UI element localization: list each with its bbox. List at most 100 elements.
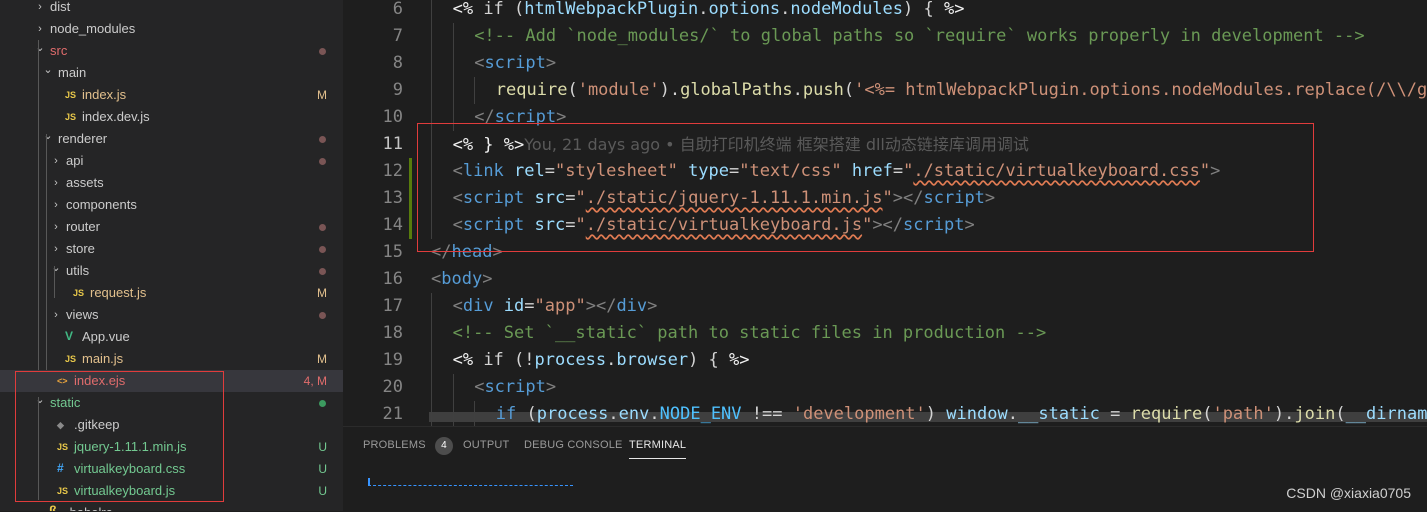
- chevron-right-icon[interactable]: ›: [34, 21, 46, 37]
- code-content: if (process.env.NODE_ENV !== 'developmen…: [496, 401, 1427, 426]
- code-line[interactable]: 9 require('module').globalPaths.push('<%=…: [343, 77, 1427, 104]
- code-content: require('module').globalPaths.push('<%= …: [496, 77, 1427, 104]
- indent-guide: [452, 374, 454, 401]
- tab-output[interactable]: OUTPUT: [463, 437, 509, 453]
- explorer-item-label: store: [66, 241, 95, 256]
- indent-guide: [474, 77, 476, 104]
- code-line[interactable]: 7 <!-- Add `node_modules/` to global path…: [343, 23, 1427, 50]
- chevron-right-icon[interactable]: ›: [50, 197, 62, 213]
- code-token: if (: [473, 0, 525, 19]
- explorer-item[interactable]: ß .babelrc: [0, 502, 343, 512]
- chevron-right-icon[interactable]: ›: [34, 0, 46, 15]
- code-token: .: [606, 350, 617, 370]
- explorer-item-label: .babelrc: [66, 505, 112, 511]
- chevron-down-icon[interactable]: ⌄: [34, 40, 46, 56]
- tab-debug-console[interactable]: DEBUG CONSOLE: [524, 437, 623, 453]
- chevron-right-icon[interactable]: ›: [50, 219, 62, 235]
- code-token: =: [1099, 404, 1131, 424]
- git-status-dot: [319, 312, 326, 319]
- code-token: (: [516, 404, 537, 424]
- indent-guide: [431, 293, 432, 320]
- explorer-item[interactable]: JS index.js M: [0, 84, 343, 106]
- code-content: <!-- Set `__static` path to static files…: [453, 320, 1047, 347]
- active-tab-underline: [629, 458, 687, 459]
- code-token: globalPaths: [680, 80, 793, 100]
- explorer-item[interactable]: ⌄ main: [0, 62, 343, 84]
- line-number: 10: [382, 107, 403, 127]
- chevron-right-icon[interactable]: ›: [50, 153, 62, 169]
- code-token: ) {: [903, 0, 944, 19]
- code-token: >: [482, 269, 493, 289]
- chevron-down-icon[interactable]: ⌄: [42, 128, 54, 144]
- git-status-badge: U: [318, 462, 327, 476]
- babel-file-icon: ß: [49, 503, 57, 512]
- code-token: window: [946, 404, 1008, 424]
- code-token: .: [698, 0, 709, 19]
- explorer-item[interactable]: JS index.dev.js: [0, 106, 343, 128]
- code-line[interactable]: 21 if (process.env.NODE_ENV !== 'developm…: [343, 401, 1427, 426]
- explorer-item[interactable]: › components: [0, 194, 343, 216]
- code-token: >: [545, 377, 557, 397]
- line-number: 18: [382, 323, 403, 343]
- line-number: 13: [382, 188, 403, 208]
- explorer-item[interactable]: › views: [0, 304, 343, 326]
- code-line[interactable]: 19 <% if (!process.browser) { %>: [343, 347, 1427, 374]
- explorer-item[interactable]: › router: [0, 216, 343, 238]
- explorer-item[interactable]: › assets: [0, 172, 343, 194]
- code-token: ): [925, 404, 947, 424]
- code-token: 'path': [1212, 404, 1274, 424]
- explorer-item[interactable]: ⌄ utils: [0, 260, 343, 282]
- explorer-item[interactable]: ⌄ renderer: [0, 128, 343, 150]
- code-token: <: [452, 296, 463, 316]
- indent-guide: [452, 50, 454, 77]
- code-token: (: [1202, 404, 1213, 424]
- explorer-item[interactable]: JS main.js M: [0, 348, 343, 370]
- chevron-right-icon[interactable]: ›: [50, 175, 62, 191]
- code-token: "app": [534, 296, 586, 316]
- indent-guide: [474, 401, 476, 426]
- explorer-item-label: utils: [66, 263, 90, 278]
- explorer-item[interactable]: › dist: [0, 0, 343, 18]
- tab-terminal[interactable]: TERMINAL: [629, 437, 687, 459]
- code-line[interactable]: 20 <script>: [343, 374, 1427, 401]
- explorer-item-label: router: [66, 219, 100, 234]
- explorer-item[interactable]: › store: [0, 238, 343, 260]
- tree-indent-guide: [38, 40, 39, 370]
- code-line[interactable]: 6 <% if (htmlWebpackPlugin.options.nodeMo…: [343, 0, 1427, 23]
- chevron-right-icon[interactable]: ›: [50, 241, 62, 257]
- chevron-down-icon[interactable]: ⌄: [42, 62, 54, 78]
- annotation-box-explorer: [15, 371, 224, 502]
- git-status-dot: [319, 246, 326, 253]
- indent-guide: [431, 347, 432, 374]
- code-line[interactable]: 18 <!-- Set `__static` path to static fil…: [343, 320, 1427, 347]
- chevron-down-icon[interactable]: ⌄: [50, 260, 62, 276]
- git-added-gutter-marker: [409, 185, 412, 212]
- chevron-right-icon[interactable]: ›: [50, 307, 62, 323]
- explorer-item-label: main.js: [82, 351, 124, 366]
- explorer-item[interactable]: › node_modules: [0, 18, 343, 40]
- explorer-item[interactable]: ⌄ src: [0, 40, 343, 62]
- explorer-item-label: main: [58, 65, 87, 80]
- code-token: '<%= htmlWebpackPlugin.options.nodeModul…: [854, 80, 1427, 100]
- explorer-item[interactable]: V App.vue: [0, 326, 343, 348]
- code-content: <script>: [474, 50, 556, 77]
- code-token: body: [441, 269, 483, 289]
- code-token: .: [1007, 404, 1018, 424]
- terminal-output[interactable]: [365, 475, 575, 487]
- explorer-item[interactable]: › api: [0, 150, 343, 172]
- tab-terminal-label: TERMINAL: [629, 439, 687, 451]
- code-line[interactable]: 8 <script>: [343, 50, 1427, 77]
- git-status-dot: [319, 158, 326, 165]
- javascript-file-icon: JS: [65, 90, 77, 100]
- code-line[interactable]: 16 <body>: [343, 266, 1427, 293]
- code-token: <%: [452, 0, 474, 19]
- explorer-item[interactable]: JS request.js M: [0, 282, 343, 304]
- code-token: (: [843, 80, 855, 100]
- tab-problems[interactable]: PROBLEMS 4: [363, 437, 453, 455]
- javascript-file-icon: JS: [65, 354, 77, 364]
- code-token: >: [647, 296, 658, 316]
- code-token: browser: [616, 350, 689, 370]
- code-token: <: [474, 377, 485, 397]
- code-line[interactable]: 17 <div id="app"></div>: [343, 293, 1427, 320]
- code-token: .: [792, 80, 803, 100]
